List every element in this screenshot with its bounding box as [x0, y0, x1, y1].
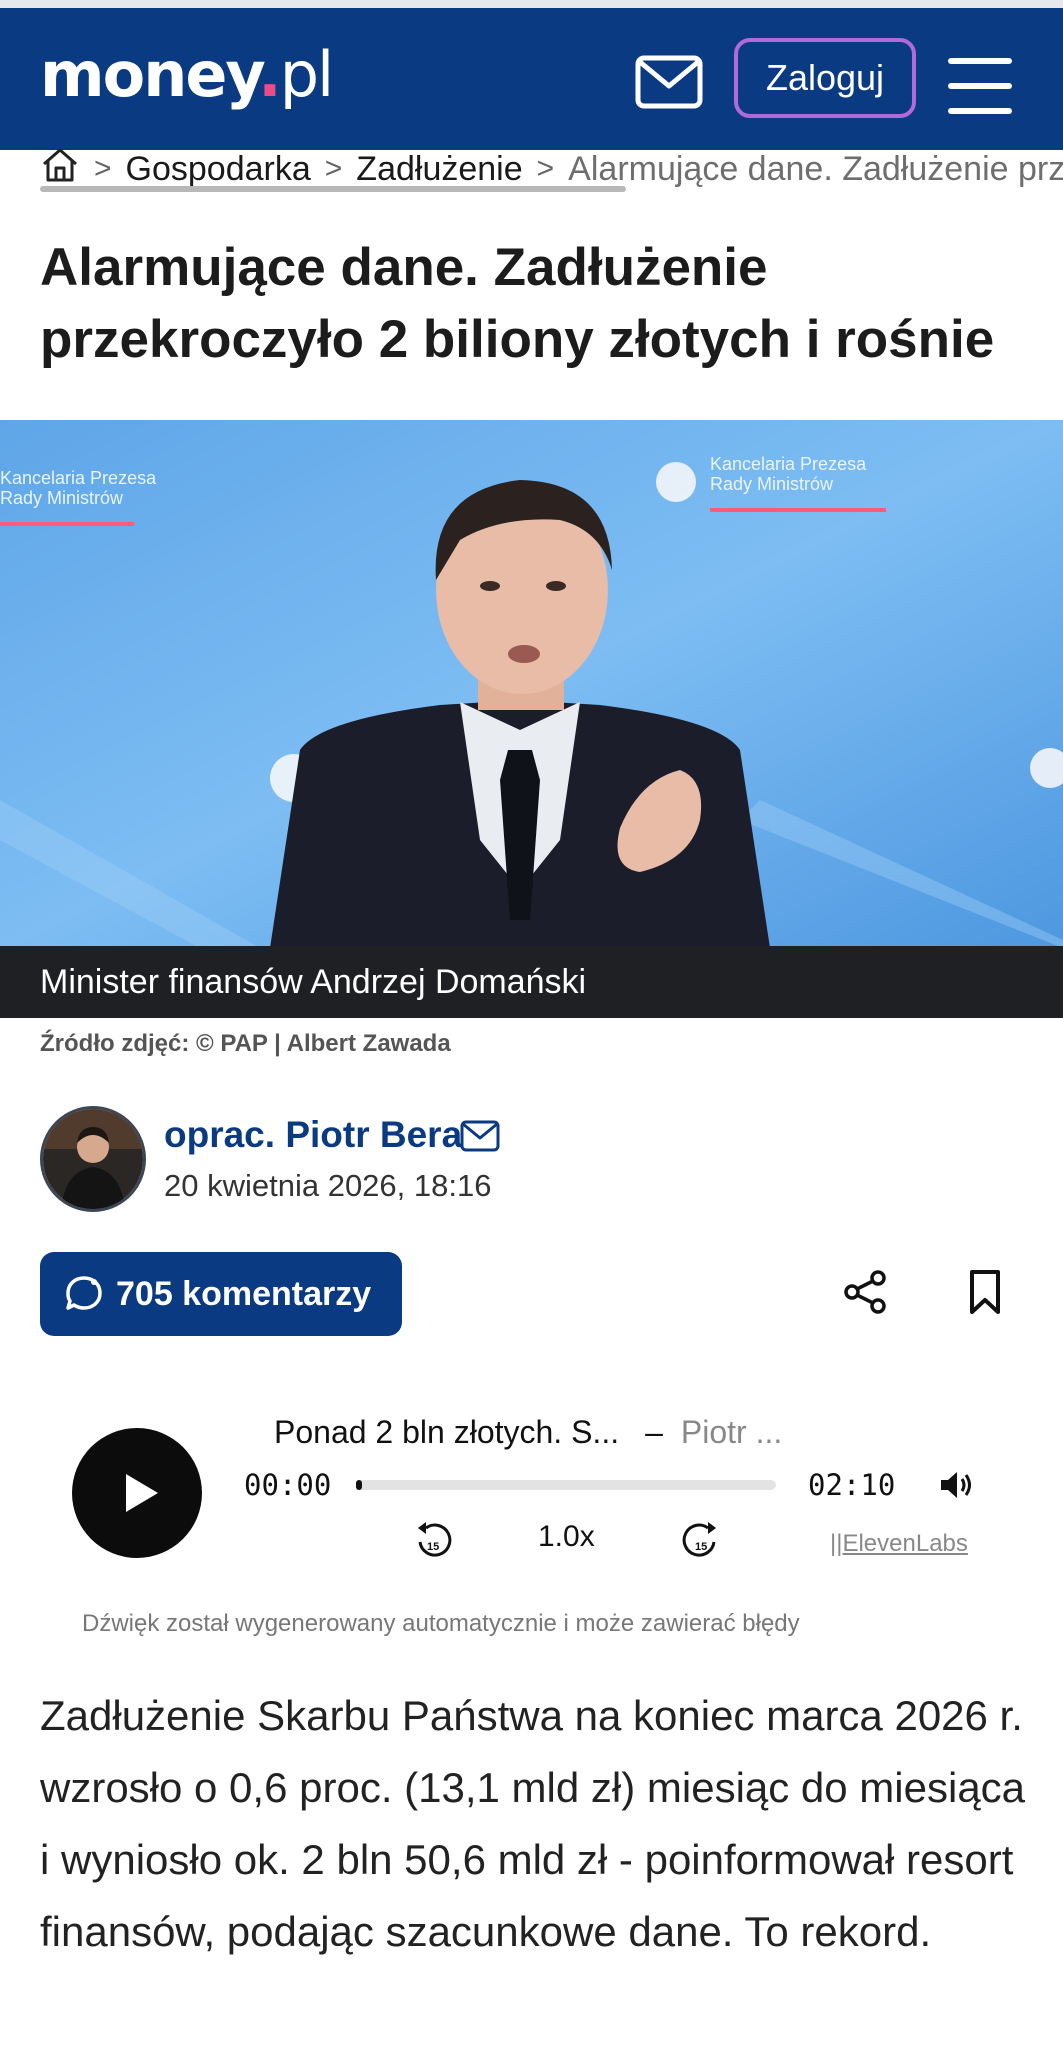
- audio-progress-bar[interactable]: [356, 1480, 776, 1490]
- logo-pl-text: pl: [279, 38, 335, 111]
- forward-15-icon[interactable]: 15: [680, 1520, 720, 1562]
- money-pl-logo[interactable]: money.pl: [40, 44, 334, 106]
- svg-text:15: 15: [427, 1541, 439, 1553]
- total-time: 02:10: [808, 1468, 896, 1502]
- sign-text-right: Kancelaria Prezesa: [710, 454, 867, 474]
- elevenlabs-label: ElevenLabs: [842, 1530, 968, 1557]
- chevron-right-icon: >: [94, 152, 112, 185]
- audio-progress-fill: [356, 1480, 362, 1490]
- comments-button[interactable]: 705 komentarzy: [40, 1252, 402, 1336]
- breadcrumb-current: Alarmujące dane. Zadłużenie przekroczyło…: [568, 149, 1063, 188]
- sign-text-left: Kancelaria Prezesa: [0, 468, 157, 488]
- article-lead: Zadłużenie Skarbu Państwa na koniec marc…: [40, 1692, 1026, 1955]
- image-source: Źródło zdjęć: © PAP | Albert Zawada: [40, 1030, 451, 1057]
- article-title: Alarmujące dane. Zadłużenie przekroczyło…: [40, 238, 995, 369]
- author-avatar[interactable]: [40, 1106, 146, 1212]
- volume-icon[interactable]: [938, 1468, 974, 1502]
- track-name: Ponad 2 bln złotych. S...: [274, 1414, 620, 1450]
- publication-date: 20 kwietnia 2026, 18:16: [164, 1168, 492, 1203]
- play-icon: [126, 1474, 158, 1512]
- playback-speed[interactable]: 1.0x: [538, 1520, 595, 1554]
- breadcrumb-scrollbar[interactable]: [40, 186, 626, 192]
- comment-bubble-icon: [66, 1276, 102, 1310]
- chevron-right-icon: >: [536, 152, 555, 185]
- breadcrumb-item-gospodarka[interactable]: Gospodarka: [126, 150, 311, 189]
- elevenlabs-prefix: ||: [830, 1530, 843, 1557]
- envelope-icon[interactable]: [634, 52, 704, 114]
- image-caption: Minister finansów Andrzej Domański: [0, 946, 1063, 1018]
- sign-text-right-2: Rady Ministrów: [710, 474, 834, 494]
- author-envelope-icon[interactable]: [460, 1120, 500, 1152]
- login-button[interactable]: Zaloguj: [734, 38, 916, 118]
- audio-disclaimer: Dźwięk został wygenerowany automatycznie…: [82, 1610, 800, 1637]
- sign-text-left-2: Rady Ministrów: [0, 488, 124, 508]
- comments-button-label: 705 komentarzy: [116, 1274, 372, 1313]
- article-hero-image: Kancelaria Prezesa Rady Ministrów Kancel…: [0, 420, 1063, 948]
- breadcrumb-item-zadluzenie[interactable]: Zadłużenie: [356, 150, 522, 189]
- svg-text:15: 15: [695, 1541, 707, 1553]
- current-time: 00:00: [244, 1468, 332, 1502]
- track-separator: –: [645, 1414, 663, 1450]
- audio-track-title: Ponad 2 bln złotych. S... – Piotr ...: [274, 1414, 782, 1451]
- play-button[interactable]: [72, 1428, 202, 1558]
- rewind-15-icon[interactable]: 15: [414, 1520, 454, 1562]
- share-icon[interactable]: [842, 1268, 890, 1316]
- bookmark-icon[interactable]: [966, 1268, 1004, 1316]
- status-strip: [0, 0, 1063, 8]
- track-artist: Piotr ...: [680, 1414, 783, 1450]
- login-button-label: Zaloguj: [765, 57, 885, 98]
- logo-money-text: money: [40, 38, 260, 111]
- author-name[interactable]: oprac. Piotr Bera: [164, 1114, 462, 1156]
- site-header: money.pl Zaloguj: [0, 8, 1063, 150]
- chevron-right-icon: >: [324, 152, 343, 185]
- logo-dot: .: [258, 38, 282, 111]
- elevenlabs-link[interactable]: ||ElevenLabs: [830, 1530, 968, 1558]
- hamburger-icon[interactable]: [948, 58, 1012, 114]
